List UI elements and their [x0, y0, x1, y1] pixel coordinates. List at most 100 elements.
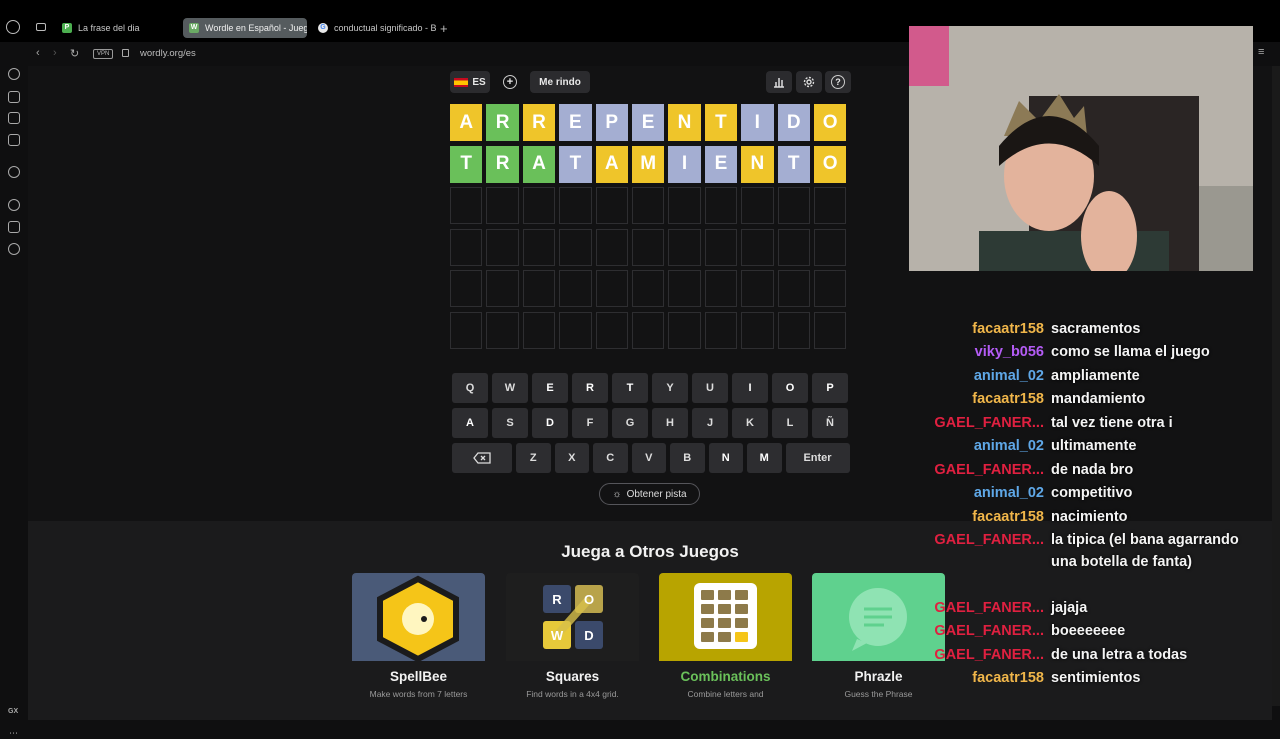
empty-tile [631, 228, 665, 266]
key-z[interactable]: Z [516, 443, 551, 473]
key-o[interactable]: O [772, 373, 808, 403]
empty-tile [450, 228, 483, 266]
key-h[interactable]: H [652, 408, 688, 438]
key-y[interactable]: Y [652, 373, 688, 403]
board-row-empty [450, 187, 847, 225]
chat-text: ultimamente [1051, 438, 1137, 454]
game-card[interactable]: Phrazle Guess the Phrase [812, 573, 945, 713]
board-tile: R [486, 145, 519, 183]
key-c[interactable]: C [593, 443, 628, 473]
ai-assistant-icon[interactable] [8, 166, 20, 178]
game-card-description: Find words in a 4x4 grid. [526, 689, 619, 699]
board-row-empty [450, 228, 847, 266]
game-card[interactable]: SpellBee Make words from 7 letters [352, 573, 485, 713]
chat-message: facaatr158 mandamiento [920, 388, 1251, 410]
give-up-button[interactable]: Me rindo [530, 71, 590, 93]
chat-text: como se llama el juego [1051, 344, 1210, 360]
page-scrollbar[interactable] [1272, 66, 1280, 706]
extensions-icon[interactable] [8, 221, 20, 233]
key-e[interactable]: E [532, 373, 568, 403]
hint-button[interactable]: ☼ Obtener pista [599, 483, 700, 505]
back-icon[interactable]: ‹ [36, 47, 40, 59]
notes-icon[interactable] [8, 112, 20, 124]
game-card-image: R O W D [506, 573, 639, 661]
key-j[interactable]: J [692, 408, 728, 438]
game-card[interactable]: Combinations Combine letters and [659, 573, 792, 713]
key-a[interactable]: A [452, 408, 488, 438]
key-b[interactable]: B [670, 443, 705, 473]
language-selector[interactable]: ES [450, 71, 490, 93]
forward-icon[interactable]: › [53, 47, 57, 59]
empty-tile [559, 311, 592, 349]
stats-button[interactable] [766, 71, 792, 93]
key-t[interactable]: T [612, 373, 648, 403]
empty-tile [741, 228, 774, 266]
enter-key[interactable]: Enter [785, 443, 850, 473]
svg-text:O: O [584, 592, 594, 607]
settings-icon[interactable] [8, 243, 20, 255]
help-button[interactable]: ? [825, 71, 851, 93]
chat-message: facaatr158 sacramentos [920, 318, 1251, 340]
chat-username: GAEL_FANER... [934, 462, 1044, 478]
game-card-description: Combine letters and [687, 689, 764, 699]
backspace-key[interactable] [452, 443, 512, 473]
key-r[interactable]: R [572, 373, 608, 403]
key-m[interactable]: M [747, 443, 782, 473]
browser-tab[interactable]: Gconductual significado - B [312, 18, 436, 38]
key-f[interactable]: F [572, 408, 608, 438]
key-g[interactable]: G [612, 408, 648, 438]
shopping-icon[interactable] [8, 91, 20, 103]
chat-text: competitivo [1051, 485, 1133, 501]
board-tile: M [631, 145, 665, 183]
game-card[interactable]: R O W D Squares Find words in a 4x4 grid. [506, 573, 639, 713]
key-l[interactable]: L [772, 408, 808, 438]
empty-tile [777, 270, 810, 308]
board-tile: I [741, 104, 774, 141]
key-w[interactable]: W [492, 373, 528, 403]
key-x[interactable]: X [554, 443, 589, 473]
key-i[interactable]: I [732, 373, 768, 403]
favicon-icon: G [318, 23, 328, 33]
empty-tile [777, 187, 810, 225]
board-tile: N [668, 104, 701, 141]
empty-tile [486, 311, 519, 349]
key-v[interactable]: V [631, 443, 666, 473]
key-s[interactable]: S [492, 408, 528, 438]
key-n[interactable]: N [708, 443, 743, 473]
key-p[interactable]: P [812, 373, 848, 403]
empty-tile [741, 311, 774, 349]
empty-tile [450, 311, 483, 349]
more-icon[interactable]: ⋯ [9, 728, 18, 739]
reload-icon[interactable]: ↻ [70, 47, 79, 60]
empty-tile [595, 311, 628, 349]
browser-tab[interactable]: W Wordle en Español - Jueg [183, 18, 307, 38]
clock-icon[interactable] [8, 199, 20, 211]
browser-tab[interactable]: P La frase del dia [56, 18, 178, 38]
new-game-button[interactable]: + [497, 71, 523, 93]
opera-menu-icon[interactable] [6, 20, 20, 34]
tab-islands-icon[interactable] [36, 23, 46, 31]
key-d[interactable]: D [532, 408, 568, 438]
history-sidebar-icon[interactable] [8, 68, 20, 80]
board-tile: P [595, 104, 628, 141]
board-tile: O [813, 104, 847, 141]
empty-tile [704, 311, 738, 349]
messenger-icon[interactable] [8, 134, 20, 146]
chat-text: sentimientos [1051, 670, 1141, 686]
board-tile: E [559, 104, 592, 141]
gear-icon [803, 76, 815, 88]
empty-tile [668, 187, 701, 225]
empty-tile [486, 228, 519, 266]
settings-button[interactable] [796, 71, 822, 93]
url-field[interactable]: wordly.org/es [140, 48, 196, 59]
key-ñ[interactable]: Ñ [812, 408, 848, 438]
vpn-badge[interactable]: VPN [93, 49, 114, 59]
lock-icon[interactable] [122, 49, 129, 57]
key-k[interactable]: K [732, 408, 768, 438]
chat-message: GAEL_FANER... de nada bro [920, 459, 1251, 481]
key-u[interactable]: U [692, 373, 728, 403]
key-q[interactable]: Q [452, 373, 488, 403]
chat-message: GAEL_FANER... jajaja [920, 597, 1251, 619]
menu-icon[interactable]: ≡ [1258, 46, 1264, 58]
new-tab-icon[interactable]: + [440, 21, 448, 36]
